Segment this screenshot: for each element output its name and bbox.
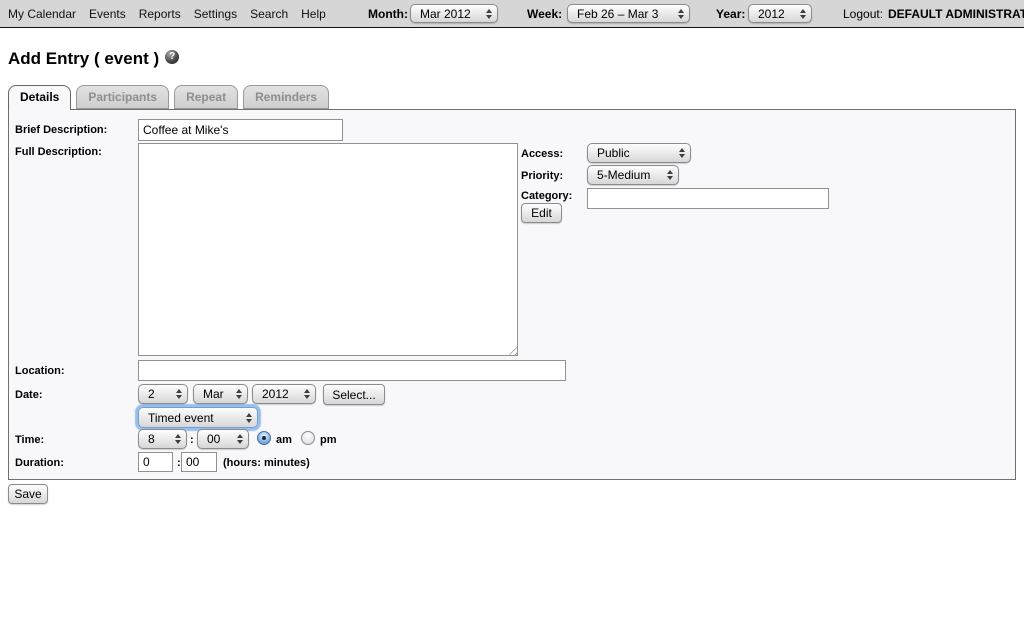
brief-description-input[interactable] xyxy=(138,119,343,141)
select-arrows-icon xyxy=(236,389,242,399)
select-arrows-icon xyxy=(246,413,252,423)
year-label: Year: xyxy=(716,7,745,21)
am-radio-label[interactable]: am xyxy=(276,434,292,446)
page-title: Add Entry ( event ) xyxy=(8,49,1024,69)
menu-item-events[interactable]: Events xyxy=(89,7,126,21)
duration-minutes-input[interactable] xyxy=(181,452,217,472)
select-arrows-icon xyxy=(678,9,684,19)
menu-item-reports[interactable]: Reports xyxy=(139,7,181,21)
category-label: Category: xyxy=(521,190,572,202)
pm-radio-label[interactable]: pm xyxy=(320,434,337,446)
priority-select[interactable]: 5-Medium xyxy=(587,165,679,185)
menu-item-settings[interactable]: Settings xyxy=(194,7,237,21)
week-select[interactable]: Feb 26 – Mar 3 xyxy=(567,4,690,23)
event-type-select[interactable]: Timed event xyxy=(138,407,258,428)
menu-item-my-calendar[interactable]: My Calendar xyxy=(8,7,76,21)
help-icon[interactable] xyxy=(165,50,179,64)
select-arrows-icon xyxy=(304,389,310,399)
select-arrows-icon xyxy=(667,170,673,180)
location-label: Location: xyxy=(15,365,65,377)
select-arrows-icon xyxy=(800,9,806,19)
location-input[interactable] xyxy=(138,360,566,381)
full-description-textarea[interactable] xyxy=(138,143,518,356)
time-label: Time: xyxy=(15,434,44,446)
select-arrows-icon xyxy=(176,389,182,399)
pm-radio[interactable] xyxy=(301,431,315,445)
tab-participants[interactable]: Participants xyxy=(76,85,169,109)
am-radio[interactable] xyxy=(257,431,271,445)
duration-hint: (hours: minutes) xyxy=(223,457,310,469)
menu-item-help[interactable]: Help xyxy=(301,7,326,21)
date-day-select[interactable]: 2 xyxy=(138,384,188,404)
access-select[interactable]: Public xyxy=(587,143,691,163)
time-colon: : xyxy=(190,434,194,446)
date-month-select[interactable]: Mar xyxy=(193,384,248,404)
menu-item-search[interactable]: Search xyxy=(250,7,288,21)
duration-hours-input[interactable] xyxy=(138,452,173,472)
month-label: Month: xyxy=(368,7,408,21)
brief-description-label: Brief Description: xyxy=(15,124,107,136)
top-menu-bar: My Calendar Events Reports Settings Sear… xyxy=(0,0,1024,28)
full-description-label: Full Description: xyxy=(15,146,102,158)
main-menu: My Calendar Events Reports Settings Sear… xyxy=(8,0,326,27)
date-label: Date: xyxy=(15,389,43,401)
priority-label: Priority: xyxy=(521,170,563,182)
week-label: Week: xyxy=(527,7,562,21)
entry-tabs: Details Participants Repeat Reminders xyxy=(8,85,1024,109)
select-arrows-icon xyxy=(486,9,492,19)
logged-in-user: DEFAULT ADMINISTRATOR xyxy=(888,7,1024,21)
month-select[interactable]: Mar 2012 xyxy=(410,4,498,23)
save-row: Save xyxy=(8,484,1024,504)
logout-link[interactable]: Logout: xyxy=(843,7,883,21)
time-minute-select[interactable]: 00 xyxy=(197,429,249,449)
select-arrows-icon xyxy=(175,434,181,444)
tab-details[interactable]: Details xyxy=(8,85,71,110)
details-panel: Brief Description: Full Description: Acc… xyxy=(8,109,1016,480)
date-select-button[interactable]: Select... xyxy=(323,384,385,405)
time-hour-select[interactable]: 8 xyxy=(138,429,187,449)
date-year-select[interactable]: 2012 xyxy=(252,384,316,404)
category-input[interactable] xyxy=(587,188,829,209)
category-edit-button[interactable]: Edit xyxy=(521,203,562,223)
access-label: Access: xyxy=(521,148,563,160)
select-arrows-icon xyxy=(237,434,243,444)
tab-reminders[interactable]: Reminders xyxy=(243,85,329,109)
select-arrows-icon xyxy=(679,148,685,158)
save-button[interactable]: Save xyxy=(8,484,48,504)
tab-repeat[interactable]: Repeat xyxy=(174,85,238,109)
year-select[interactable]: 2012 xyxy=(748,4,812,23)
duration-label: Duration: xyxy=(15,457,64,469)
